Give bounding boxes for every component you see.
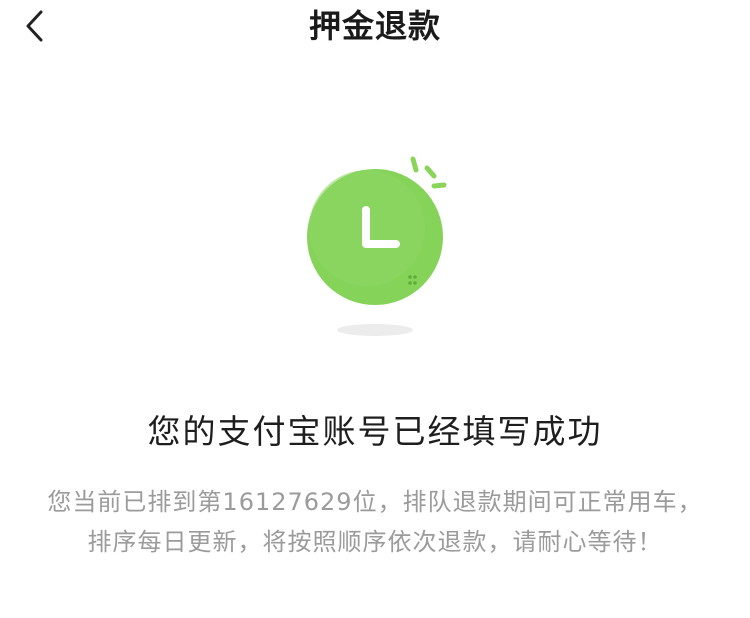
result-headline: 您的支付宝账号已经填写成功 bbox=[147, 412, 603, 451]
clock-icon bbox=[307, 156, 447, 336]
waiting-illustration bbox=[295, 150, 465, 350]
result-description: 您当前已排到第16127629位，排队退款期间可正常用车，排序每日更新，将按照顺… bbox=[47, 488, 703, 556]
nav-bar: 押金退款 bbox=[0, 0, 750, 56]
page-title: 押金退款 bbox=[308, 7, 441, 45]
